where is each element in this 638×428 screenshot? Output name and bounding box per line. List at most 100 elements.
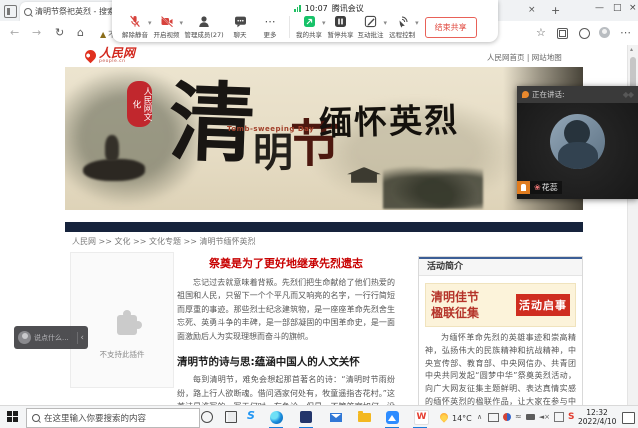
favorites-icon[interactable]: ☆ [536,26,546,39]
close-button[interactable]: × [629,3,637,13]
peoples-daily-logo[interactable]: 人民网 people.cn [85,48,135,64]
tray-security-app-icon[interactable]: S [568,413,574,422]
scroll-up-icon[interactable]: ▴ [630,46,633,53]
annotate-pen-icon [364,15,377,28]
tray-display-icon[interactable] [488,413,499,422]
remote-control-icon [395,15,409,28]
chat-quick-pill[interactable]: 说点什么... ‹ [14,326,88,349]
activity-intro-header: 活动简介 [419,257,582,276]
tab-actions-icon[interactable] [4,5,17,18]
end-share-button[interactable]: 结束共享 [425,17,477,38]
breadcrumb[interactable]: 人民网 >> 文化 >> 文化专题 >> 清明节缅怀英烈 [72,236,255,247]
search-icon [32,414,40,422]
activity-intro-body: 为缅怀革命先烈的英雄事迹和崇高精神，弘扬伟大的民族精神和抗战精神，中央宣传部、教… [425,332,576,405]
tab-close-icon[interactable]: × [528,5,536,15]
remote-control-button[interactable]: 远程控制 [387,15,417,39]
flower-icon: ❀ [534,183,541,192]
minimize-button[interactable]: — [595,3,604,13]
pill-divider [77,332,78,344]
unmute-button[interactable]: 解除静音 [120,15,150,39]
ink-trees [383,163,483,209]
buffalo-silhouette [83,159,145,181]
back-icon[interactable]: ← [10,26,19,39]
banner-title-char-qing: 清 [168,80,257,169]
banner-subtitle-en: Tomb-sweeping Day [227,125,314,133]
pause-icon [334,15,347,28]
tray-capture-icon[interactable] [526,414,535,420]
site-nav-bar [65,222,583,232]
ime-app-icon[interactable]: S [247,409,255,422]
more-button[interactable]: ⋯ 更多 [255,16,285,39]
taskbar-search-box[interactable]: 在这里输入你要搜索的内容 [26,408,200,428]
home-icon[interactable]: ⌂ [77,26,84,39]
refresh-icon[interactable]: ↻ [55,26,64,39]
weather-flame-icon[interactable] [438,411,449,422]
system-tray: ≈ ◄× S [488,412,574,422]
cortana-button[interactable] [201,411,213,423]
article2-title[interactable]: 清明节的诗与思:蕴涵中国人的人文关怀 [177,354,395,369]
share-screen-icon [303,15,316,28]
tab-title: 清明节祭祀英烈 - 搜索 [35,6,115,17]
annotate-button[interactable]: 互动批注 [356,15,386,39]
meeting-video-panel[interactable]: 正在讲话: ◆◆ ❀花蕊 [517,86,638,199]
file-explorer-icon[interactable] [358,413,371,422]
forward-icon[interactable]: → [32,26,41,39]
start-button[interactable] [7,411,18,422]
toolbar-divider [289,16,290,38]
new-tab-button[interactable]: + [551,4,560,17]
remote-options-caret[interactable]: ▾ [415,19,419,27]
camera-off-icon [160,15,174,28]
windows-taskbar: 在这里输入你要搜索的内容 S W 14°C ∧ ≈ ◄× S 12:32 202… [0,405,638,428]
weather-temp[interactable]: 14°C [452,414,472,423]
wps-app-icon[interactable]: W [414,410,429,425]
promo-line2: 楹联征集 [431,305,479,321]
clock-date: 2022/4/10 [578,418,616,427]
participant-audio-icon [517,181,530,194]
hidden-icons-chevron[interactable]: ∧ [477,413,482,421]
maximize-button[interactable]: □ [613,3,622,13]
mail-app-icon[interactable] [330,413,342,422]
logo-flame-icon [83,48,99,64]
participant-avatar [550,114,605,169]
more-ellipsis-icon: ⋯ [265,16,276,28]
pause-share-button[interactable]: 暂停共享 [326,15,356,39]
start-video-button[interactable]: 开启视频 [152,15,182,39]
couplet-promo-banner[interactable]: 清明佳节 楹联征集 活动启事 [425,283,576,327]
meeting-share-toolbar: 10:07 腾讯会议 解除静音 ▾ 开启视频 ▾ 管理成员(27) 聊天 [112,0,498,42]
promo-line1: 清明佳节 [431,289,479,305]
speaking-status: 正在讲话: [532,89,620,100]
pill-collapse-icon[interactable]: ‹ [80,333,84,343]
manage-members-button[interactable]: 管理成员(27) [183,15,225,39]
signal-bars-icon [294,5,301,12]
browser-menu-icon[interactable]: ⋯ [620,26,631,39]
participant-name-bar: ❀花蕊 [517,181,562,194]
tray-network-icon[interactable]: ≈ [515,413,522,421]
article-column: 祭奠是为了更好地继承先烈遗志 忘记过去就意味着背叛。先烈们把生命献给了他们热爱的… [177,252,395,405]
my-share-button[interactable]: 我的共享 [294,15,324,39]
qq-app-icon[interactable] [300,411,312,423]
chat-input-placeholder[interactable]: 说点什么... [34,333,75,343]
article1-title[interactable]: 祭奠是为了更好地继承先烈遗志 [177,255,395,271]
task-view-button[interactable] [225,411,237,423]
article2-body: 每到清明节，难免会想起那首著名的诗：“清明时节雨纷纷，路上行人欲断魂。借问酒家何… [177,373,395,405]
puzzle-piece-icon [117,315,137,335]
chat-bubble-icon [234,15,247,28]
tray-remote-app-icon[interactable] [503,413,511,421]
edge-browser-icon[interactable] [270,411,283,424]
tray-ime-icon[interactable] [554,412,564,422]
meeting-status-row: 10:07 腾讯会议 [136,3,522,14]
banner-title-char-ming: 明 [253,133,293,173]
warning-icon: ▲ [100,30,106,39]
activity-intro-box: 活动简介 清明佳节 楹联征集 活动启事 为缅怀革命先烈的英雄事迹和崇高精神，弘扬… [418,256,583,405]
tray-speaker-muted-icon[interactable]: ◄× [539,413,550,421]
plugin-unsupported-box[interactable]: 不支持此插件 [70,252,174,388]
speaking-icon [522,91,529,98]
header-links[interactable]: 人民网首页 | 网站地图 [487,52,562,63]
action-center-icon[interactable] [622,412,635,424]
chat-button[interactable]: 聊天 [225,15,255,39]
taskbar-clock[interactable]: 12:32 2022/4/10 [578,409,616,426]
collections-icon[interactable] [557,28,568,39]
tencent-meeting-icon[interactable] [386,411,399,424]
browser-essentials-icon[interactable] [579,28,590,39]
profile-avatar[interactable] [599,27,610,38]
